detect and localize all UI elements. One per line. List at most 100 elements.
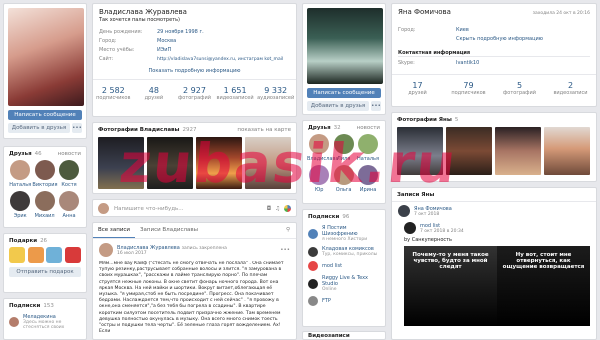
camera-icon[interactable]: ◘	[267, 206, 271, 212]
photo-thumb[interactable]	[544, 127, 590, 175]
profile-photo[interactable]	[8, 8, 84, 106]
wall-title[interactable]: Записи Яны	[392, 188, 596, 202]
emoji-icon[interactable]	[284, 205, 291, 212]
hide-details-link[interactable]: Скрыть подробную информацию	[456, 35, 543, 44]
subscription-item[interactable]: FTP	[303, 294, 385, 308]
friend-item[interactable]: Виктория	[32, 160, 58, 188]
music-icon[interactable]: ♫	[275, 206, 280, 212]
post-date[interactable]: 16 июл 2017	[117, 251, 280, 256]
counter-followers[interactable]: 79 подписчиков	[443, 81, 494, 96]
gift-icon[interactable]	[27, 247, 44, 263]
send-gift-button[interactable]: Отправить подарок	[9, 267, 81, 277]
main-profile-info-card: Владислава Журавлева Так хочется палы по…	[92, 3, 297, 117]
friend-item[interactable]: Эрик	[8, 191, 32, 219]
tab-own-posts[interactable]: Записи Владиславы	[135, 223, 203, 238]
friend-item[interactable]: Ольга	[331, 165, 355, 193]
friend-item[interactable]: Наталья	[8, 160, 32, 188]
info-row: Город: Москва	[99, 38, 177, 44]
subscription-item[interactable]: Кладовая комиксов Тур, комиксы, приколы	[303, 244, 385, 259]
counter-followers[interactable]: 2 582 подписчиков	[93, 86, 134, 101]
friend-avatar	[10, 160, 31, 180]
friend-item[interactable]: Костя	[57, 160, 81, 188]
counter-friends[interactable]: 48 друзей	[134, 86, 175, 101]
subs-count: 153	[43, 303, 54, 309]
meme-image[interactable]: Почему-то у меня такое чувство, будто за…	[404, 246, 590, 326]
subs-title[interactable]: Подписки	[308, 214, 339, 220]
friends-news-link[interactable]: новости	[357, 125, 380, 131]
photo-thumb[interactable]	[446, 127, 492, 175]
friend-item[interactable]: Юр	[307, 165, 331, 193]
photo-thumb[interactable]	[98, 137, 144, 189]
post-text: Мям...мне вау Кайф ("стесать не смогу от…	[99, 261, 284, 335]
subscription-item[interactable]: Меладекина Здесь можно не стесняться свои…	[4, 312, 86, 332]
subscription-item[interactable]: Я Постим Шизофрению я немного Хистори	[303, 223, 385, 244]
photo-thumb[interactable]	[147, 137, 193, 189]
subs-title[interactable]: Подписки	[9, 303, 40, 309]
gift-icon[interactable]	[64, 247, 81, 263]
more-icon[interactable]: •••	[280, 247, 290, 253]
repost-source-avatar[interactable]	[404, 222, 416, 234]
right-subscriptions-card: Подписки 96 Я Постим Шизофрению я немного …	[302, 209, 386, 327]
gift-icon[interactable]	[46, 247, 63, 263]
more-icon[interactable]: •••	[371, 101, 381, 111]
right-avatar-card: Написать сообщение Добавить в друзья •••	[302, 3, 386, 115]
counter-videos[interactable]: 1 651 видеозаписей	[215, 86, 256, 101]
post-author-name[interactable]: Владислава Журавлева	[117, 245, 180, 251]
far-right-wall-card: Записи Яны Яна Фомичова 7 окт 2018 mod l…	[391, 187, 597, 340]
friend-avatar	[10, 191, 31, 211]
write-message-button[interactable]: Написать сообщение	[8, 110, 82, 120]
counter-videos[interactable]: 2 видеозаписи	[545, 81, 596, 96]
counter-friends[interactable]: 17 друзей	[392, 81, 443, 96]
gift-icon[interactable]	[9, 247, 25, 263]
photo-thumb[interactable]	[245, 137, 291, 189]
photo-thumb[interactable]	[397, 127, 443, 175]
friends-count: 46	[34, 151, 42, 157]
gifts-title[interactable]: Подарки	[9, 238, 37, 244]
add-friend-button[interactable]: Добавить в друзья	[307, 101, 369, 111]
videos-title[interactable]: Видеозаписи	[303, 332, 385, 339]
post-author-name[interactable]: Яна Фомичова	[414, 206, 452, 212]
info-row: Skype: Ivantik10	[398, 60, 480, 66]
friends-title[interactable]: Друзья	[9, 151, 32, 157]
profile-photo[interactable]	[307, 8, 383, 84]
info-row: Город: Киев	[398, 27, 469, 33]
friend-item[interactable]: Ирина	[356, 165, 380, 193]
photos-count: 5	[454, 117, 459, 123]
more-icon[interactable]: •••	[72, 123, 82, 133]
last-seen: заходила 24 окт в 20:16	[532, 11, 590, 16]
show-details-link[interactable]: Показать подробную информацию	[99, 64, 290, 79]
friends-title[interactable]: Друзья	[308, 125, 331, 131]
repost-date[interactable]: 7 окт 2018 в 20:34	[420, 229, 464, 234]
friend-item[interactable]: Владислава	[307, 134, 338, 162]
counter-audios[interactable]: 9 332 аудиозаписей	[255, 86, 296, 101]
profile-status[interactable]: Так хочется палы посмотреть)	[99, 17, 290, 23]
counter-photos[interactable]: 2 927 фотографий	[174, 86, 215, 101]
subscription-item[interactable]: Rиggy Live & Texx Studio Online	[303, 273, 385, 294]
subscription-item[interactable]: mod list	[303, 259, 385, 273]
photos-map-link[interactable]: показать на карте	[237, 127, 291, 133]
post-author-avatar[interactable]	[398, 205, 410, 217]
friend-item[interactable]: Анна	[57, 191, 81, 219]
write-message-button[interactable]: Написать сообщение	[307, 88, 381, 98]
friend-item[interactable]: Лиля	[331, 134, 355, 162]
friends-news-link[interactable]: новости	[58, 151, 81, 157]
photo-thumb[interactable]	[196, 137, 242, 189]
profile-name: Владислава Журавлева	[99, 8, 187, 16]
left-subscriptions-card: Подписки 153 Меладекина Здесь можно не сте…	[3, 298, 87, 340]
post-author-avatar[interactable]	[99, 243, 113, 257]
counter-photos[interactable]: 5 фотографий	[494, 81, 545, 96]
right-videos-card: Видеозаписи	[302, 331, 386, 340]
friend-item[interactable]: Михаил	[32, 191, 56, 219]
meme-left-caption: Почему-то у меня такое чувство, будто за…	[404, 246, 497, 326]
far-right-photos-card: Фотографии Яны 5	[391, 112, 597, 182]
add-friend-button[interactable]: Добавить в друзья	[8, 123, 70, 133]
tab-all-posts[interactable]: Все записи	[93, 223, 135, 238]
post-input[interactable]: Напишите что-нибудь...	[114, 206, 267, 212]
photos-title[interactable]: Фотографии Яны	[397, 117, 452, 123]
photo-thumb[interactable]	[495, 127, 541, 175]
friend-item[interactable]: Наталья	[356, 134, 380, 162]
search-icon[interactable]: ⚲	[280, 223, 296, 238]
post-date[interactable]: 7 окт 2018	[414, 212, 452, 217]
friend-avatar	[333, 134, 354, 154]
photos-title[interactable]: Фотографии Владиславы	[98, 127, 179, 133]
